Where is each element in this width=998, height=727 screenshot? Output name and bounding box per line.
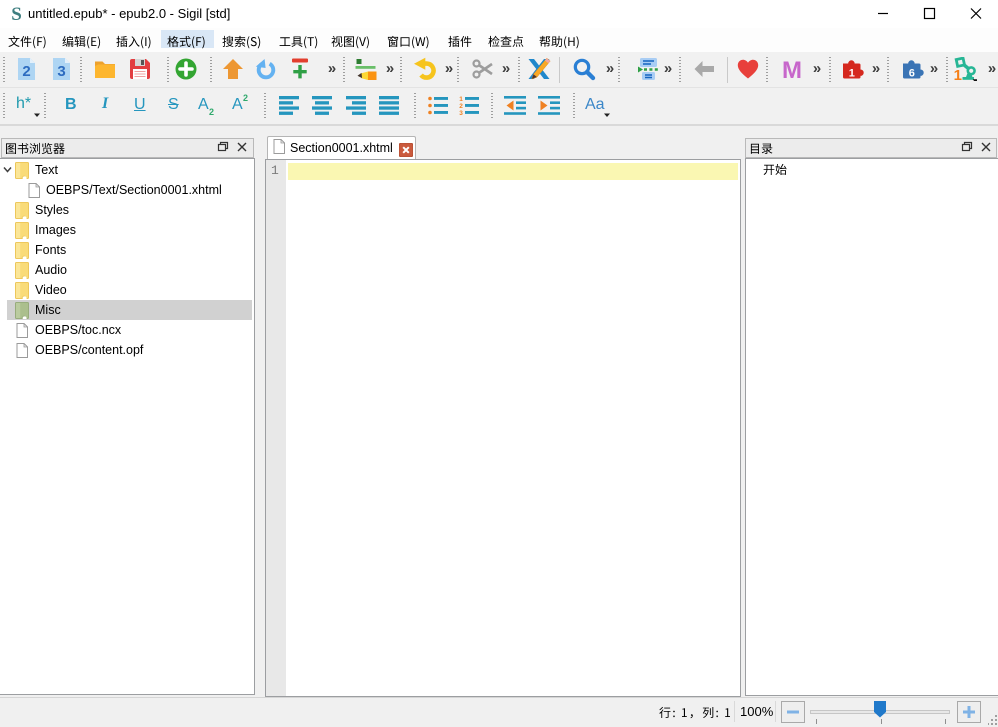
svg-text:1: 1 — [954, 67, 962, 81]
svg-text:S: S — [11, 4, 22, 23]
svg-text:M: M — [782, 57, 802, 81]
svg-text:3: 3 — [57, 63, 65, 80]
svg-text:1: 1 — [849, 68, 855, 80]
svg-text:2: 2 — [22, 63, 30, 80]
svg-text:3: 3 — [459, 110, 463, 115]
svg-text:1: 1 — [459, 96, 463, 103]
svg-text:2: 2 — [459, 103, 463, 110]
svg-text:6: 6 — [909, 68, 915, 80]
